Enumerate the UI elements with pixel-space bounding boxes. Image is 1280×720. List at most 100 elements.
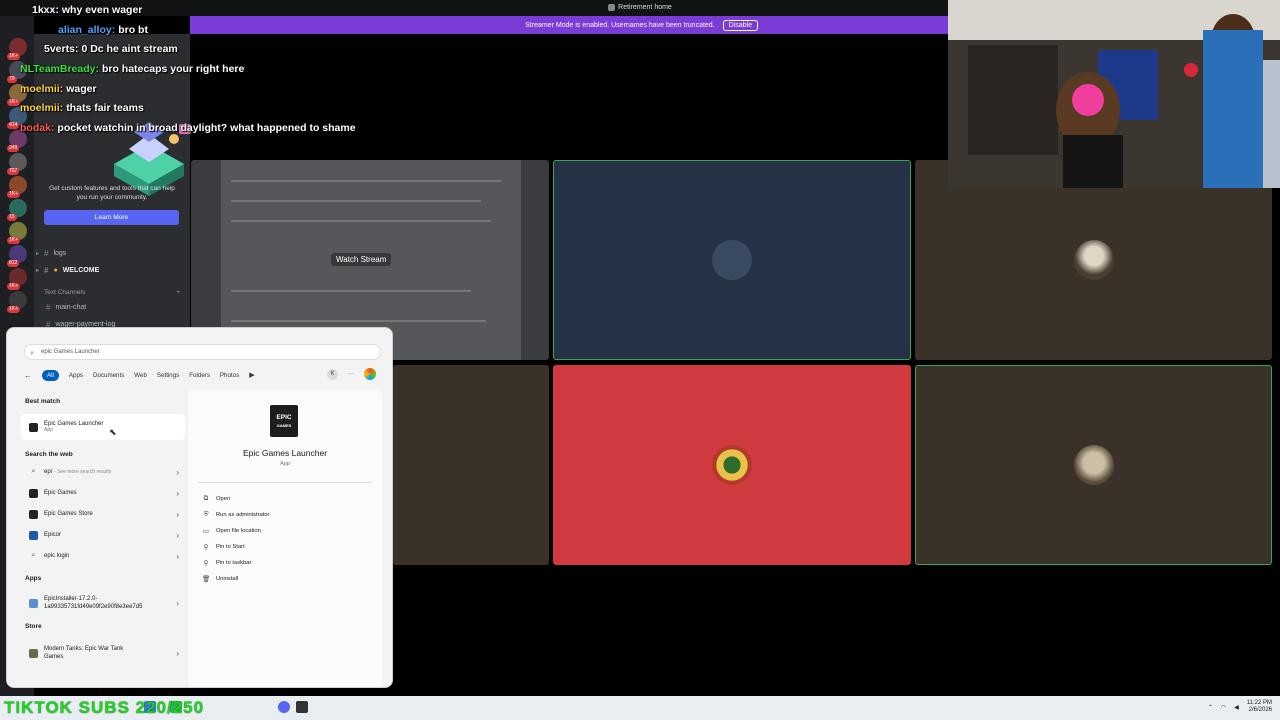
wifi-icon[interactable]: ◠ [1221,704,1226,711]
watch-stream-button[interactable]: Watch Stream [331,253,392,266]
server-icon[interactable]: 812 [7,245,27,267]
chat-message: thats fair teams [66,102,144,114]
search-web-heading: Search the web [25,451,73,458]
windows-search-panel: ⌕ epic Games Launcher ← All Apps Documen… [6,327,393,688]
filter-web[interactable]: Web [134,372,147,379]
search-input[interactable]: ⌕ epic Games Launcher [24,344,381,360]
action-uninstall[interactable]: 🗑 Uninstall [202,575,238,583]
web-result[interactable]: Epicor › [21,525,185,545]
disable-streamer-mode-button[interactable]: Disable [722,19,758,31]
result-title: Epic Games Store [44,511,93,517]
chat-message: bro bt [118,24,148,36]
play-more-icon[interactable]: ▶ [249,371,254,379]
unread-badge: 1K+ [7,191,21,198]
app-result[interactable]: EpicInstaller-17.2.0- 1a99335731fd49e09f2… [21,590,185,616]
web-result[interactable]: ⌕ epi - See more search results › [21,462,185,482]
divider [198,482,372,483]
more-options-icon[interactable]: ··· [348,371,354,377]
chevron-right-icon: › [176,648,179,658]
server-icon[interactable]: 1K+ [7,38,27,60]
unread-badge: 767 [7,168,20,175]
action-run-as-admin[interactable]: ⛨ Run as administrator [202,511,270,519]
clock[interactable]: 11:22 PM 2/6/2026 [1247,700,1272,714]
best-match-result[interactable]: Epic Games Launcher App ⬉ [21,414,185,440]
action-pin-to-taskbar[interactable]: ⚲ Pin to taskbar [202,559,252,567]
chat-line: bodak: pocket watchin in broad daylight? … [20,122,356,134]
epicor-icon [29,530,38,540]
channel-main-chat[interactable]: # main-chat [46,303,86,312]
result-kind: App [44,427,53,433]
action-label: Pin to Start [216,544,245,550]
server-icon[interactable]: 767 [7,153,27,175]
unread-badge: 1K+ [7,99,21,106]
detail-app-kind: App [280,461,290,467]
chat-line: moelmii: thats fair teams [20,102,144,114]
learn-more-button[interactable]: Learn More [44,210,179,225]
chevron-up-icon[interactable]: ⌃ [1208,704,1213,711]
participant-tile[interactable] [915,365,1272,565]
add-channel-icon[interactable]: + [176,289,180,296]
chat-line: moelmii: wager [20,83,97,95]
open-icon: ⧉ [203,495,209,502]
search-icon: ⌕ [30,350,34,357]
filter-all[interactable]: All [42,369,59,381]
chevron-right-icon: › [176,551,179,561]
back-arrow-icon[interactable]: ← [24,371,32,380]
search-value: epic Games Launcher [41,349,100,355]
channel-logs[interactable]: ▸ # logs [36,249,66,258]
action-open[interactable]: ⧉ Open [202,495,231,503]
web-result[interactable]: Epic Games Store › [21,504,185,524]
chevron-right-icon: › [176,509,179,519]
chat-username: moelmii: [20,83,64,95]
emoji-icon: ● [53,267,58,274]
search-icon: ⌕ [31,552,36,559]
filter-apps[interactable]: Apps [69,372,83,379]
participant-tile[interactable] [553,160,911,360]
server-icon[interactable]: 1K+ [7,291,27,313]
result-subtitle: - See more search results [54,469,112,475]
server-icon[interactable]: 1K+ [7,268,27,290]
participant-tile[interactable] [915,160,1272,360]
filter-bar: ← All Apps Documents Web Settings Folder… [24,368,255,382]
pin-icon: ⚲ [203,560,209,567]
category-text-channels[interactable]: Text Channels + [44,289,180,296]
profile-avatar[interactable]: K [327,368,338,380]
server-icon[interactable]: 15 [7,199,27,221]
filter-documents[interactable]: Documents [93,372,124,379]
app-icon[interactable] [296,701,308,713]
filter-settings[interactable]: Settings [157,372,179,379]
filter-folders[interactable]: Folders [189,372,210,379]
screen: Retirement home Streamer Mode is enabled… [0,0,1280,720]
result-title: EpicInstaller-17.2.0- [44,596,98,602]
server-icon[interactable]: 1K+ [7,176,27,198]
action-pin-to-start[interactable]: ⚲ Pin to Start [202,543,245,551]
detail-app-name: Epic Games Launcher [242,448,328,458]
discord-icon[interactable] [278,701,290,713]
unread-badge: 1K+ [7,237,21,244]
volume-icon[interactable]: ◀ [1234,704,1239,711]
action-label: Uninstall [216,576,239,582]
result-title: epi [44,469,53,475]
unread-badge: 79 [7,76,17,83]
chevron-right-icon: ▸ [36,251,40,257]
result-title: Epicor [44,532,62,538]
server-icon[interactable]: 1K+ [7,222,27,244]
copilot-icon[interactable] [364,368,376,380]
streamer-mode-banner: Streamer Mode is enabled. Usernames have… [190,16,948,34]
epic-games-icon [29,509,38,519]
chevron-right-icon: › [176,598,179,608]
web-result[interactable]: Epic Games › [21,483,185,503]
result-title-cont: Games [44,654,64,660]
chat-username: NLTeamBready: [20,63,99,75]
participant-tile[interactable] [393,365,549,565]
tiktok-subs-overlay: TIKTOK SUBS 220/250 [4,698,205,717]
filter-photos[interactable]: Photos [220,372,239,379]
action-open-file-location[interactable]: ▭ Open file location [202,527,261,535]
installer-icon [29,598,38,608]
channel-welcome[interactable]: ▸ # ● WELCOME [36,266,99,275]
sheet-line [231,180,501,182]
store-result[interactable]: Modern Tanks: Epic War Tank Games › [21,640,185,666]
results-list: Best match Epic Games Launcher App ⬉ Sear… [19,390,191,687]
web-result[interactable]: ⌕ epic login › [21,546,185,566]
participant-tile[interactable] [553,365,911,565]
